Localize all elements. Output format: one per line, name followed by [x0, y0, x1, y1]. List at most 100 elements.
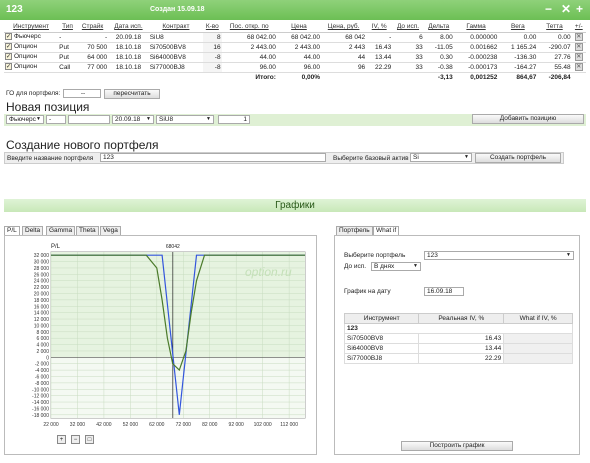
cell-qty[interactable]: 8 [203, 32, 222, 43]
zoom-out-icon[interactable]: − [71, 435, 80, 444]
instrument-name: Опцион [14, 43, 38, 51]
whatif-instrument: Si64000BV8 [343, 343, 420, 354]
col-header[interactable]: Дата исп. [108, 22, 149, 33]
totals-empty [4, 72, 222, 82]
plus-icon[interactable]: + [576, 2, 583, 16]
col-header[interactable]: +/- [571, 22, 586, 33]
watermark: option.ru [245, 265, 292, 279]
expiry-select[interactable]: В днях [371, 262, 421, 271]
col-header[interactable]: Тетта [537, 22, 572, 33]
cell-type: - [58, 32, 77, 43]
whatif-body: 123 Si70500BV8 16.43 Si64000BV8 13.44 Si77000… [343, 323, 573, 364]
portfolio-header: 123 Создан 15.09.18 − ✕ + [0, 0, 590, 20]
x-tick-label: 102 000 [254, 422, 272, 428]
close-icon[interactable]: ✕ [561, 2, 571, 16]
cell-strike: - [76, 32, 109, 43]
instrument-name: Опцион [14, 63, 38, 71]
zoom-reset-icon[interactable]: □ [85, 435, 94, 444]
col-header[interactable]: Вега [498, 22, 538, 33]
whatif-real-iv: 13.44 [418, 343, 505, 354]
tab-gamma[interactable]: Gamma [46, 226, 76, 235]
col-header[interactable]: Цена [276, 22, 322, 33]
cell-theta: 55.48 [537, 62, 572, 73]
remove-row-icon[interactable]: ✕ [574, 43, 583, 51]
portfolio-name-input[interactable]: 123 [100, 153, 326, 162]
contract-select[interactable]: SiU8 [156, 115, 214, 124]
col-header[interactable]: К-во [203, 22, 222, 33]
totals-theta: -206,84 [548, 73, 571, 81]
whatif-iv-input[interactable] [503, 343, 573, 354]
positions-table: Инструмент Тип Страйк Дата исп. Контракт К-во… [4, 22, 586, 82]
y-tick-label: 18 000 [34, 298, 50, 304]
col-real-iv: Реальная IV, % [418, 313, 505, 324]
tab-portfolio[interactable]: Портфель [336, 226, 373, 235]
whatif-iv-input[interactable] [503, 333, 573, 344]
table-row: ✓ Опцион Put 64 000 18.10.18 Si64000BV8 -8 44.0… [4, 52, 586, 63]
tab-pl[interactable]: P/L [4, 226, 20, 235]
y-tick-label: 6 000 [36, 336, 49, 342]
col-header[interactable]: Дельта [423, 22, 454, 33]
qty-field[interactable]: 1 [218, 115, 250, 124]
tab-vega[interactable]: Vega [100, 226, 121, 235]
remove-row-icon[interactable]: ✕ [574, 63, 583, 71]
cell-contract: Si77000BJ8 [148, 62, 204, 73]
positions-body: ✓ Фьючерс - -20.09.18 SiU8 8 68 042.00 68 042.0… [4, 32, 586, 82]
instrument-select[interactable]: Фьючерс [6, 115, 44, 124]
instrument-name: Опцион [14, 53, 38, 61]
cell-qty[interactable]: -8 [203, 52, 222, 63]
tab-delta[interactable]: Delta [22, 226, 44, 235]
col-header[interactable]: Цена, руб. [321, 22, 367, 33]
col-header[interactable]: Тип [58, 22, 77, 33]
graph-date-label: График на дату [344, 288, 391, 295]
tab-whatif[interactable]: What if [373, 226, 400, 235]
cell-type: Put [58, 52, 77, 63]
col-header[interactable]: Пос. откр. по [221, 22, 277, 33]
col-header[interactable]: Страйк [76, 22, 109, 33]
whatif-iv-input[interactable] [503, 353, 573, 364]
y-tick-label: 22 000 [34, 285, 50, 291]
recalc-button[interactable]: пересчитать [104, 89, 160, 99]
portfolio-select-label: Выберите портфель [344, 252, 406, 259]
add-position-button[interactable]: Добавить позицию [472, 114, 584, 124]
strike-field[interactable] [68, 115, 110, 124]
y-tick-label: -2 000 [35, 362, 49, 368]
remove-row-icon[interactable]: ✕ [574, 53, 583, 61]
tab-theta[interactable]: Theta [76, 226, 99, 235]
row-checkbox[interactable]: ✓ [5, 63, 12, 71]
cell-vega: -136.30 [498, 52, 538, 63]
whatif-instrument: Si77000BJ8 [343, 353, 420, 364]
whatif-table: Инструмент Реальная IV, % What if IV, % … [343, 313, 573, 364]
col-header[interactable]: Инструмент [4, 22, 59, 33]
y-tick-label: -14 000 [32, 400, 49, 406]
date-select[interactable]: 20.09.18 [112, 115, 154, 124]
loss-region [51, 357, 305, 418]
type-field[interactable]: - [46, 115, 66, 124]
col-header[interactable]: Гамма [453, 22, 499, 33]
remove-row-icon[interactable]: ✕ [574, 33, 583, 41]
graph-date-input[interactable]: 16.09.18 [424, 287, 464, 296]
cell-instrument: ✓ Опцион [4, 42, 59, 53]
portfolio-select[interactable]: 123 [424, 251, 574, 260]
whatif-panel: Выберите портфель 123 До исп. В днях Гра… [334, 235, 580, 455]
row-checkbox[interactable]: ✓ [5, 43, 12, 51]
row-checkbox[interactable]: ✓ [5, 53, 12, 61]
created-date: Создан 15.09.18 [150, 6, 205, 13]
cell-qty[interactable]: 16 [203, 42, 222, 53]
cell-iv: - [366, 32, 393, 43]
cell-type: Call [58, 62, 77, 73]
cell-qty[interactable]: -8 [203, 62, 222, 73]
cell-gamma: 0.000000 [453, 32, 499, 43]
zoom-in-icon[interactable]: + [57, 435, 66, 444]
cell-delta: -11.05 [423, 42, 454, 53]
totals-vega: 864,67 [516, 73, 537, 81]
build-graph-button[interactable]: Построить график [401, 441, 513, 451]
row-checkbox[interactable]: ✓ [5, 33, 12, 41]
col-header[interactable]: IV, % [366, 22, 393, 33]
col-header[interactable]: Контракт [148, 22, 204, 33]
cell-contract: Si70500BV8 [148, 42, 204, 53]
minus-icon[interactable]: − [545, 2, 552, 16]
col-header[interactable]: До исп. [392, 22, 424, 33]
y-tick-label: 4 000 [36, 343, 49, 349]
create-portfolio-button[interactable]: Создать портфель [475, 153, 561, 163]
base-asset-select[interactable]: Si [410, 153, 472, 162]
